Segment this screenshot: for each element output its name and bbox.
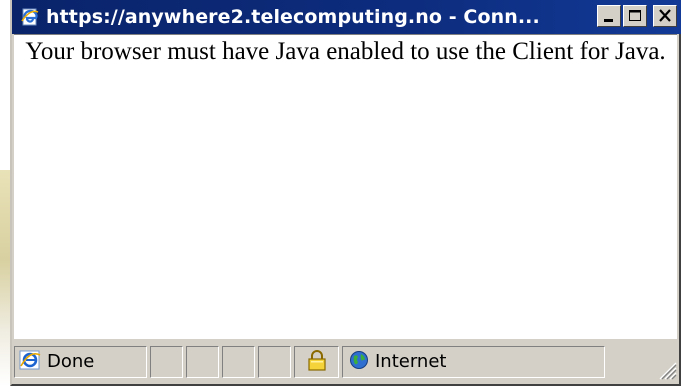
close-icon	[659, 9, 671, 22]
maximize-icon	[629, 10, 641, 21]
padlock-icon[interactable]	[307, 349, 327, 375]
window-title: https://anywhere2.telecomputing.no - Con…	[46, 6, 540, 28]
java-required-message: Your browser must have Java enabled to u…	[25, 38, 666, 65]
status-pane-progress	[150, 345, 183, 378]
desktop-background	[0, 0, 10, 386]
resize-grip-icon[interactable]	[655, 358, 677, 380]
globe-icon	[349, 350, 369, 374]
page-content: Your browser must have Java enabled to u…	[14, 34, 677, 339]
close-button[interactable]	[653, 5, 677, 27]
ie-page-icon[interactable]	[20, 7, 40, 27]
maximize-button[interactable]	[623, 5, 647, 27]
title-bar[interactable]: https://anywhere2.telecomputing.no - Con…	[12, 0, 681, 34]
zone-text: Internet	[375, 351, 447, 372]
status-pane-empty-2	[222, 345, 255, 378]
ie-logo-icon	[19, 349, 41, 375]
security-pane[interactable]	[294, 345, 339, 378]
window-controls	[597, 5, 677, 27]
status-pane-empty-3	[258, 345, 291, 378]
status-bar: Done Internet	[14, 341, 679, 382]
minimize-icon	[604, 19, 613, 22]
minimize-button[interactable]	[597, 5, 621, 27]
status-text: Done	[47, 351, 95, 372]
status-pane-empty-1	[186, 345, 219, 378]
popup-window: https://anywhere2.telecomputing.no - Con…	[10, 0, 681, 386]
status-pane: Done	[14, 345, 147, 378]
zone-pane[interactable]: Internet	[342, 345, 605, 378]
